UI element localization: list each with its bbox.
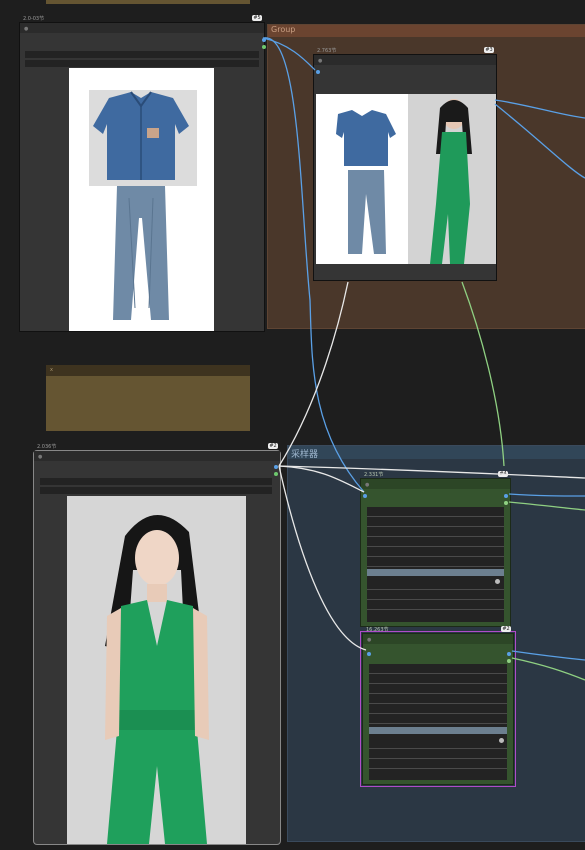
wire-blue [262, 37, 316, 71]
wire-blue [262, 37, 365, 493]
wire-green [508, 501, 585, 511]
wire-blue [508, 493, 585, 497]
connection-wires [262, 37, 585, 681]
wire-blue [494, 103, 585, 179]
wire-white [278, 465, 365, 493]
wire-green [511, 657, 585, 681]
wire-green [461, 281, 505, 467]
wire-white [278, 465, 585, 479]
wire-blue [511, 650, 585, 661]
wire-white [278, 465, 367, 651]
node-canvas[interactable]: Group 采样器 2.0-03节 #5 ● 2.763节 #3 ● x 2.0… [0, 0, 585, 850]
